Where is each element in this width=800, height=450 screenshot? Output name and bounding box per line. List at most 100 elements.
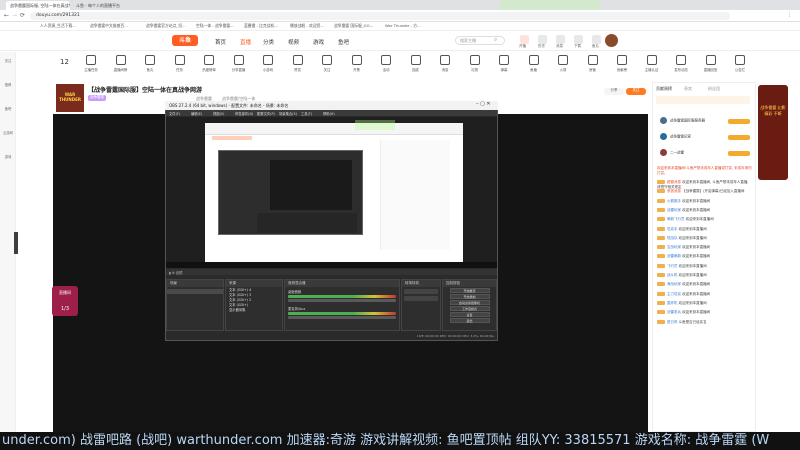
obs-control-button[interactable]: 工作室模式 (449, 306, 490, 311)
category-item[interactable]: 消息 (434, 55, 456, 72)
rank-row[interactable]: 战争雷霆国际服服务器 (660, 117, 750, 125)
download-icon[interactable] (574, 35, 583, 44)
obs-menu-item[interactable]: 工具(T) (301, 111, 312, 116)
nav-game[interactable]: 游戏 (313, 38, 324, 46)
obs-menu-item[interactable]: 编辑(E) (191, 111, 202, 116)
category-item[interactable]: 活动 (375, 55, 397, 72)
right-tab[interactable]: 贵宾 (684, 86, 692, 92)
category-item[interactable]: 开黑 (346, 55, 368, 72)
nav-live[interactable]: 直播 (240, 38, 251, 46)
broadcast-icon[interactable] (520, 35, 529, 44)
bookmark-item[interactable]: 蓝叠雷 - 比克战机... (244, 23, 278, 30)
obs-control-button[interactable]: 开始录制 (449, 294, 490, 299)
sidebar-item-follow[interactable]: 关注 (2, 58, 14, 63)
bookmark-item[interactable]: 播放战舰 - 欢迎您... (290, 23, 324, 30)
chat-username[interactable]: 主力坦克 (667, 292, 681, 296)
obs-menu-item[interactable]: 配置文件(P) (257, 111, 275, 116)
obs-control-button[interactable]: 设置 (449, 312, 490, 317)
sidebar-collapse-handle[interactable] (14, 232, 18, 254)
nav-home[interactable]: 首页 (215, 38, 226, 46)
category-item[interactable]: 鱼塘 (523, 55, 545, 72)
chat-username[interactable]: 飞行员 (667, 264, 678, 268)
follow-button[interactable]: 关注 (626, 88, 646, 95)
user-avatar[interactable] (605, 34, 618, 47)
window-controls-icon[interactable]: – ▢ ✕ (476, 101, 491, 107)
rank-row[interactable]: 二一战雷 (660, 149, 750, 157)
category-item[interactable]: 贡献榜 (611, 55, 633, 72)
chat-username[interactable]: 超管消息 (667, 180, 681, 184)
promo-banner[interactable]: 战争雷霆 幻影 精彩 不断 (758, 85, 788, 180)
message-icon[interactable] (556, 35, 565, 44)
category-item[interactable]: 主播认证 (641, 55, 663, 72)
chat-username[interactable]: 火箭推手 (667, 199, 681, 203)
obs-menu-item[interactable]: 场景集合(S) (279, 111, 297, 116)
category-item[interactable]: 关注 (316, 55, 338, 72)
nav-category[interactable]: 分类 (263, 38, 274, 46)
obs-menu-item[interactable]: 文件(F) (169, 111, 180, 116)
category-item[interactable]: 赞赏 (287, 55, 309, 72)
obs-menu-item[interactable]: 停靠部件(D) (235, 111, 253, 116)
obs-control-button[interactable]: 退出 (449, 318, 490, 323)
category-item[interactable]: 抽奖 (405, 55, 427, 72)
bookmark-item[interactable]: 战争雷霆 国际服_GO... (334, 23, 373, 30)
category-item[interactable]: 热度榜单 (198, 55, 220, 72)
chat-username[interactable]: 战雷萌新 (667, 254, 681, 258)
category-item[interactable]: 直播回放 (700, 55, 722, 72)
forward-icon[interactable]: → (12, 12, 17, 19)
chat-username[interactable]: 海战玩家 (667, 282, 681, 286)
nav-video[interactable]: 视频 (288, 38, 299, 46)
chat-username[interactable]: 空战玩家 (667, 245, 681, 249)
history-icon[interactable] (538, 35, 547, 44)
transition-select[interactable] (404, 289, 438, 294)
chat-username[interactable]: 坦克手 (667, 227, 678, 231)
bookmark-item[interactable]: War Thunder - 方... (385, 23, 421, 30)
chat-username[interactable]: 夏日风 (667, 320, 678, 324)
category-item[interactable]: 礼物 (464, 55, 486, 72)
obs-menu-item[interactable]: 视图(V) (213, 111, 224, 116)
bookmark-item[interactable]: 空陆一体 - 战争雷霆... (196, 23, 234, 30)
chat-username[interactable]: 轰炸机 (667, 301, 678, 305)
bookmark-item[interactable]: 战争雷霆官方站点_坦... (146, 23, 186, 30)
sidebar-item-cloudgame[interactable]: 云游戏 (2, 130, 14, 135)
sidebar-item-game[interactable]: 游戏 (2, 154, 14, 159)
transition-duration[interactable] (404, 296, 438, 301)
chat-username[interactable]: 萌新飞行员 (667, 217, 685, 221)
category-item[interactable]: 弹幕 (493, 55, 515, 72)
back-icon[interactable]: ← (4, 12, 9, 19)
chat-username[interactable]: 战雷老兵 (667, 310, 681, 314)
reload-icon[interactable]: ⟳ (20, 12, 25, 19)
address-input[interactable]: douyu.com/291321 (30, 12, 730, 20)
right-tab[interactable]: 贡献周榜 (656, 86, 672, 92)
category-item[interactable]: 发布动态 (670, 55, 692, 72)
obs-control-button[interactable]: 开始推流 (449, 288, 490, 293)
category-item[interactable]: 直播间榜 (110, 55, 132, 72)
category-item[interactable]: 房管 (582, 55, 604, 72)
side-popup[interactable]: 直播间 1/3 (52, 286, 78, 316)
category-item[interactable]: 公告栏 (729, 55, 751, 72)
fishball-icon[interactable] (592, 35, 601, 44)
scene-item[interactable] (167, 289, 223, 294)
search-icon[interactable]: ⌕ (494, 36, 497, 44)
chat-username[interactable]: 战斗机 (667, 273, 678, 277)
category-item[interactable]: 火箭 (552, 55, 574, 72)
rank-row[interactable]: 战争雷霆玩家 (660, 133, 750, 141)
source-item[interactable]: 显示器采集 (226, 307, 282, 312)
nav-yuba[interactable]: 鱼吧 (338, 38, 349, 46)
chat-username[interactable]: 战雷玩家 (667, 208, 681, 212)
browser-tab[interactable]: 斗鱼 - 每个人的直播平台 (72, 1, 132, 10)
bookmark-item[interactable]: 战争雷霆中文维基百... (90, 23, 128, 30)
room-tag[interactable]: 战争雷霆 (88, 95, 106, 101)
share-button[interactable]: 分享 (604, 88, 624, 95)
volume-slider[interactable] (288, 299, 396, 302)
category-item[interactable]: 主播任务 (80, 55, 102, 72)
browser-tab-active[interactable]: 战争雷霆国际服, 空陆一体在真战争... (6, 1, 70, 10)
category-item[interactable]: 任务 (169, 55, 191, 72)
sidebar-item-yuba[interactable]: 鱼吧 (2, 106, 14, 111)
chat-username[interactable]: 陆战队 (667, 236, 678, 240)
sidebar-item-recommend[interactable]: 推荐 (2, 82, 14, 87)
volume-slider[interactable] (288, 316, 396, 319)
right-tab[interactable]: 粉丝团 (708, 86, 720, 92)
category-item[interactable]: 小游戏 (257, 55, 279, 72)
site-logo[interactable]: 斗鱼 (172, 35, 198, 46)
bookmark-item[interactable]: 人人资源_生活下载... (40, 23, 76, 30)
